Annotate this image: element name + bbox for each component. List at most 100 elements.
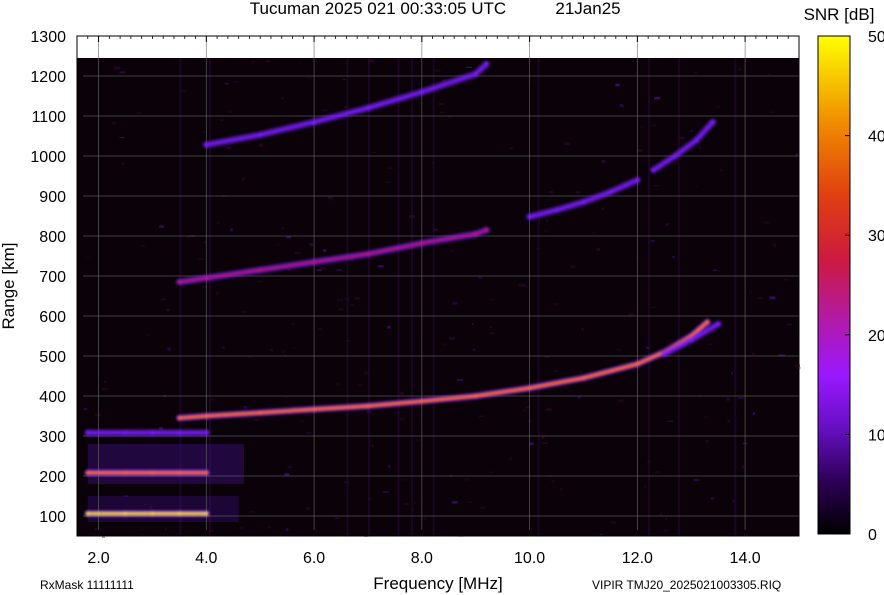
noise-speck xyxy=(319,266,325,270)
noise-speck xyxy=(720,169,723,172)
noise-speck xyxy=(285,236,292,239)
noise-speck xyxy=(710,497,715,500)
noise-speck xyxy=(650,306,656,308)
colorbar-tick-label: 30 xyxy=(868,228,884,245)
noise-speck xyxy=(672,256,675,258)
noise-speck xyxy=(659,513,663,516)
echo-point xyxy=(581,200,586,204)
noise-speck xyxy=(509,147,514,149)
colorbar-tick-label: 0 xyxy=(868,527,877,544)
x-tick-label: 10.0 xyxy=(514,550,545,567)
noise-speck xyxy=(300,420,304,422)
noise-speck xyxy=(164,527,168,531)
noise-speck xyxy=(201,131,206,133)
noise-speck xyxy=(298,62,302,64)
interference-streak xyxy=(537,58,540,536)
noise-speck xyxy=(452,501,458,504)
interference-streak xyxy=(677,58,680,536)
noise-speck xyxy=(249,510,256,513)
noise-speck xyxy=(601,207,605,210)
colorbar-title: SNR [dB] xyxy=(804,5,875,24)
noise-speck xyxy=(335,517,340,519)
echo-point xyxy=(608,190,613,194)
interference-streak xyxy=(411,58,414,536)
noise-speck xyxy=(111,121,116,124)
colorbar-tick-label: 40 xyxy=(868,129,884,146)
colorbar-tick-label: 20 xyxy=(868,328,884,345)
noise-speck xyxy=(354,297,360,300)
noise-speck xyxy=(452,301,458,305)
noise-speck xyxy=(440,111,445,113)
echo-point xyxy=(177,416,182,420)
noise-speck xyxy=(101,388,108,390)
noise-speck xyxy=(173,281,176,284)
echo-point xyxy=(204,511,209,516)
noise-speck xyxy=(652,124,656,127)
noise-speck xyxy=(489,471,494,474)
noise-speck xyxy=(243,406,248,409)
noise-speck xyxy=(581,327,584,331)
echo-point xyxy=(635,362,640,366)
y-tick-label: 1300 xyxy=(30,29,66,46)
x-axis-title: Frequency [MHz] xyxy=(373,574,502,593)
noise-speck xyxy=(773,244,776,247)
noise-speck xyxy=(161,298,166,301)
noise-speck xyxy=(228,110,233,114)
noise-speck xyxy=(233,80,238,83)
y-tick-label: 300 xyxy=(39,429,66,446)
noise-speck xyxy=(335,383,340,386)
noise-speck xyxy=(738,68,741,71)
echo-point xyxy=(635,178,640,182)
noise-speck xyxy=(241,310,246,313)
noise-speck xyxy=(783,279,789,281)
noise-speck xyxy=(281,350,285,353)
noise-speck xyxy=(181,90,186,93)
echo-point xyxy=(258,132,263,137)
echo-point xyxy=(204,470,209,475)
noise-speck xyxy=(467,501,473,503)
noise-speck xyxy=(545,219,549,223)
echo-point xyxy=(366,106,370,110)
noise-speck xyxy=(618,399,624,402)
noise-speck xyxy=(377,265,384,268)
noise-speck xyxy=(265,60,272,62)
noise-speck xyxy=(489,326,493,328)
noise-speck xyxy=(479,415,485,418)
echo-point xyxy=(85,511,90,516)
noise-speck xyxy=(519,283,526,287)
noise-speck xyxy=(522,408,527,412)
noise-speck xyxy=(343,78,346,80)
echo-point xyxy=(258,268,263,272)
noise-speck xyxy=(478,276,483,280)
noise-speck xyxy=(85,257,91,259)
interference-streak xyxy=(397,58,400,536)
echo-point xyxy=(85,430,90,435)
noise-speck xyxy=(166,308,170,312)
noise-speck xyxy=(216,222,220,224)
noise-speck xyxy=(103,381,107,383)
noise-speck xyxy=(543,229,548,233)
y-tick-label: 1000 xyxy=(30,149,66,166)
file-name-label: VIPIR TMJ20_2025021003305.RIQ xyxy=(592,578,781,592)
colorbar-tick-label: 50 xyxy=(868,29,884,46)
echo-point xyxy=(150,511,155,516)
noise-speck xyxy=(388,464,391,468)
interference-streak xyxy=(648,58,651,536)
echo-point xyxy=(673,154,678,158)
noise-speck xyxy=(529,442,534,445)
noise-speck xyxy=(542,436,545,440)
noise-speck xyxy=(400,479,406,481)
chart-date: 21Jan25 xyxy=(555,0,620,18)
noise-speck xyxy=(306,507,310,510)
noise-speck xyxy=(309,243,313,246)
noise-speck xyxy=(305,432,312,434)
echo-point xyxy=(473,232,478,236)
noise-speck xyxy=(119,137,125,139)
echo-point xyxy=(473,72,478,76)
noise-speck xyxy=(591,232,596,234)
noise-speck xyxy=(239,526,244,530)
echo-point xyxy=(419,241,424,246)
noise-speck xyxy=(338,308,344,311)
noise-speck xyxy=(400,392,404,395)
y-tick-label: 800 xyxy=(39,229,66,246)
